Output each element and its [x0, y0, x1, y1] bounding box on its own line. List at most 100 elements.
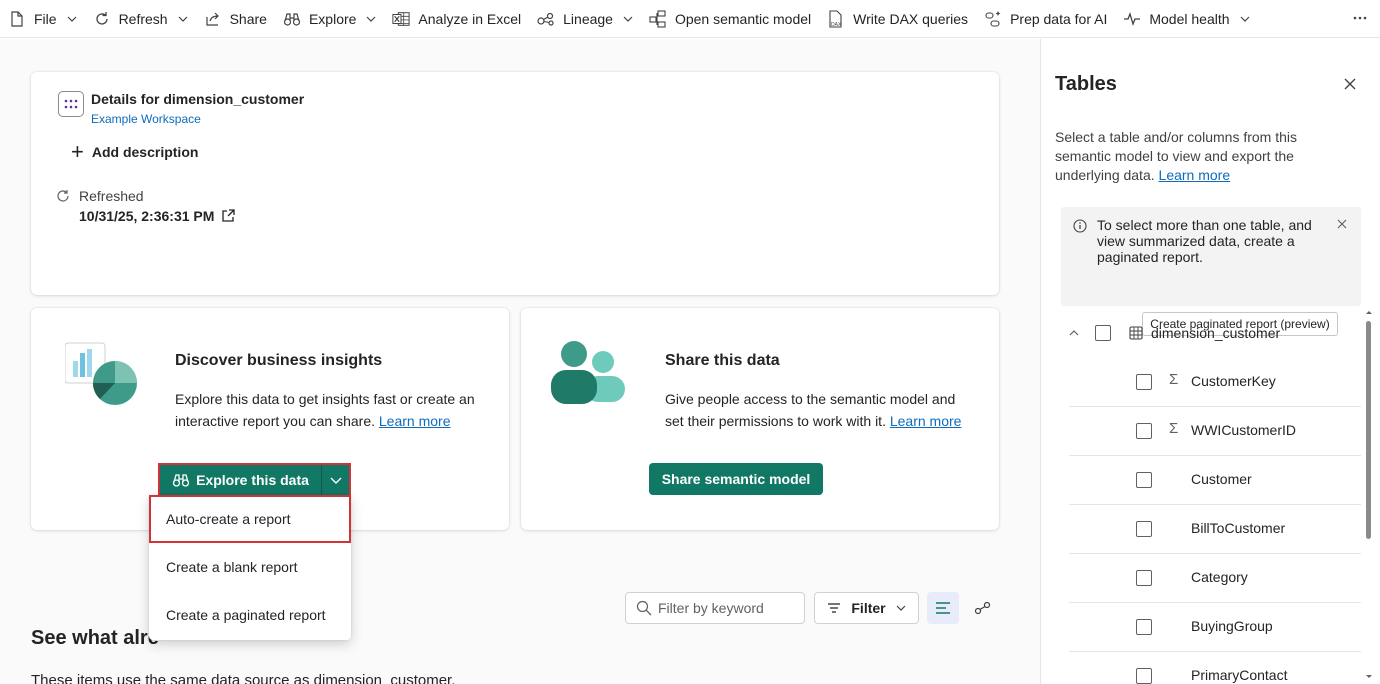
lineage-icon	[537, 10, 555, 28]
table-tree-root: dimension_customer	[1055, 318, 1361, 348]
chart-illustration-icon	[64, 341, 141, 410]
table-checkbox[interactable]	[1095, 325, 1111, 341]
filter-keyword-input[interactable]: Filter by keyword	[625, 592, 805, 624]
column-name: Category	[1191, 569, 1248, 585]
share-button[interactable]: Share	[196, 0, 275, 38]
scroll-up-icon	[1366, 311, 1372, 314]
share-description: Give people access to the semantic model…	[665, 388, 965, 432]
column-checkbox[interactable]	[1136, 472, 1152, 488]
column-name: PrimaryContact	[1191, 667, 1288, 683]
file-icon	[8, 10, 26, 28]
column-row[interactable]: Σ WWICustomerID	[1069, 407, 1361, 456]
share-icon	[204, 10, 222, 28]
chevron-up-icon[interactable]	[1069, 328, 1079, 338]
column-row[interactable]: Σ CustomerKey	[1069, 358, 1361, 407]
scroll-thumb[interactable]	[1366, 321, 1371, 539]
more-options-icon[interactable]	[1352, 10, 1368, 29]
refresh-icon	[93, 10, 111, 28]
prep-ai-label: Prep data for AI	[1010, 10, 1108, 27]
lineage-menu[interactable]: Lineage	[529, 0, 641, 38]
insights-title: Discover business insights	[175, 352, 383, 369]
insights-learn-more-link[interactable]: Learn more	[379, 413, 451, 429]
menu-item-auto-create-report[interactable]: Auto-create a report	[149, 495, 351, 543]
open-external-icon[interactable]	[220, 208, 236, 224]
refresh-button[interactable]: Refresh	[85, 0, 196, 38]
info-icon	[1073, 219, 1087, 236]
column-row[interactable]: BuyingGroup	[1069, 603, 1361, 652]
refreshed-label: Refreshed	[79, 188, 144, 204]
refresh-label: Refresh	[118, 10, 168, 27]
explore-menu[interactable]: Explore	[275, 0, 384, 38]
panel-scrollbar[interactable]	[1365, 309, 1372, 684]
lineage-icon	[974, 601, 991, 615]
chevron-down-icon	[178, 14, 188, 24]
filter-label: Filter	[851, 600, 886, 616]
share-title: Share this data	[665, 352, 780, 369]
close-icon[interactable]	[1343, 77, 1357, 94]
svg-text:DAX: DAX	[831, 22, 842, 28]
plus-icon: +	[71, 139, 84, 164]
filter-icon	[827, 602, 841, 614]
insights-description: Explore this data to get insights fast o…	[175, 388, 475, 432]
chevron-down-icon	[330, 477, 341, 484]
related-items-title: See what alre	[31, 627, 159, 649]
refreshed-time: 10/31/25, 2:36:31 PM	[79, 208, 236, 224]
prep-data-for-ai-button[interactable]: Prep data for AI	[976, 0, 1115, 38]
menu-item-create-paginated-report[interactable]: Create a paginated report	[149, 591, 351, 639]
open-semantic-model-button[interactable]: Open semantic model	[641, 0, 819, 38]
column-checkbox[interactable]	[1136, 374, 1152, 390]
column-row[interactable]: BillToCustomer	[1069, 505, 1361, 554]
model-health-menu[interactable]: Model health	[1115, 0, 1257, 38]
workspace-link[interactable]: Example Workspace	[91, 112, 201, 126]
column-name: WWICustomerID	[1191, 422, 1296, 438]
explore-this-data-button[interactable]: Explore this data	[160, 465, 322, 495]
share-learn-more-link[interactable]: Learn more	[890, 413, 962, 429]
dismiss-icon[interactable]	[1337, 216, 1347, 232]
related-items-subtitle: These items use the same data source as …	[31, 672, 456, 684]
filter-button[interactable]: Filter	[814, 592, 919, 624]
excel-icon	[392, 10, 411, 28]
tables-panel: Tables Select a table and/or columns fro…	[1040, 39, 1380, 684]
list-view-toggle[interactable]	[927, 592, 959, 624]
analyze-in-excel-button[interactable]: Analyze in Excel	[384, 0, 529, 38]
column-name: Customer	[1191, 471, 1252, 487]
binoculars-icon	[283, 10, 301, 28]
people-illustration-icon	[549, 340, 627, 409]
explore-this-data-label: Explore this data	[196, 472, 309, 488]
column-checkbox[interactable]	[1136, 570, 1152, 586]
scroll-down-icon	[1366, 675, 1372, 678]
info-message-text: To select more than one table, and view …	[1097, 217, 1312, 265]
add-description-button[interactable]: + Add description	[71, 139, 198, 164]
details-card: Details for dimension_customer Example W…	[31, 72, 999, 295]
semantic-model-icon	[58, 91, 84, 117]
explore-dropdown-toggle[interactable]	[322, 465, 349, 495]
list-icon	[936, 602, 950, 614]
analyze-label: Analyze in Excel	[418, 10, 522, 27]
column-row[interactable]: Category	[1069, 554, 1361, 603]
chevron-down-icon	[1240, 14, 1250, 24]
lineage-view-toggle[interactable]	[967, 592, 999, 624]
file-menu[interactable]: File	[0, 0, 85, 38]
sum-icon: Σ	[1169, 420, 1179, 437]
column-name: BuyingGroup	[1191, 618, 1273, 634]
share-card: Share this data Give people access to th…	[521, 308, 999, 530]
table-name: dimension_customer	[1151, 325, 1281, 341]
table-icon	[1129, 326, 1143, 340]
refresh-status-icon	[55, 188, 71, 204]
panel-learn-more-link[interactable]: Learn more	[1159, 167, 1231, 183]
column-checkbox[interactable]	[1136, 521, 1152, 537]
explore-this-data-split-button: Explore this data	[158, 463, 351, 497]
column-row[interactable]: Customer	[1069, 456, 1361, 505]
write-dax-queries-button[interactable]: DAX Write DAX queries	[819, 0, 976, 38]
filter-placeholder: Filter by keyword	[658, 600, 764, 616]
column-checkbox[interactable]	[1136, 619, 1152, 635]
column-row[interactable]: PrimaryContact	[1069, 652, 1361, 684]
sum-icon: Σ	[1169, 371, 1179, 388]
share-semantic-model-button[interactable]: Share semantic model	[649, 463, 823, 495]
binoculars-icon	[172, 472, 190, 488]
column-checkbox[interactable]	[1136, 423, 1152, 439]
lineage-label: Lineage	[563, 10, 613, 27]
column-checkbox[interactable]	[1136, 668, 1152, 684]
column-name: CustomerKey	[1191, 373, 1276, 389]
menu-item-create-blank-report[interactable]: Create a blank report	[149, 543, 351, 591]
